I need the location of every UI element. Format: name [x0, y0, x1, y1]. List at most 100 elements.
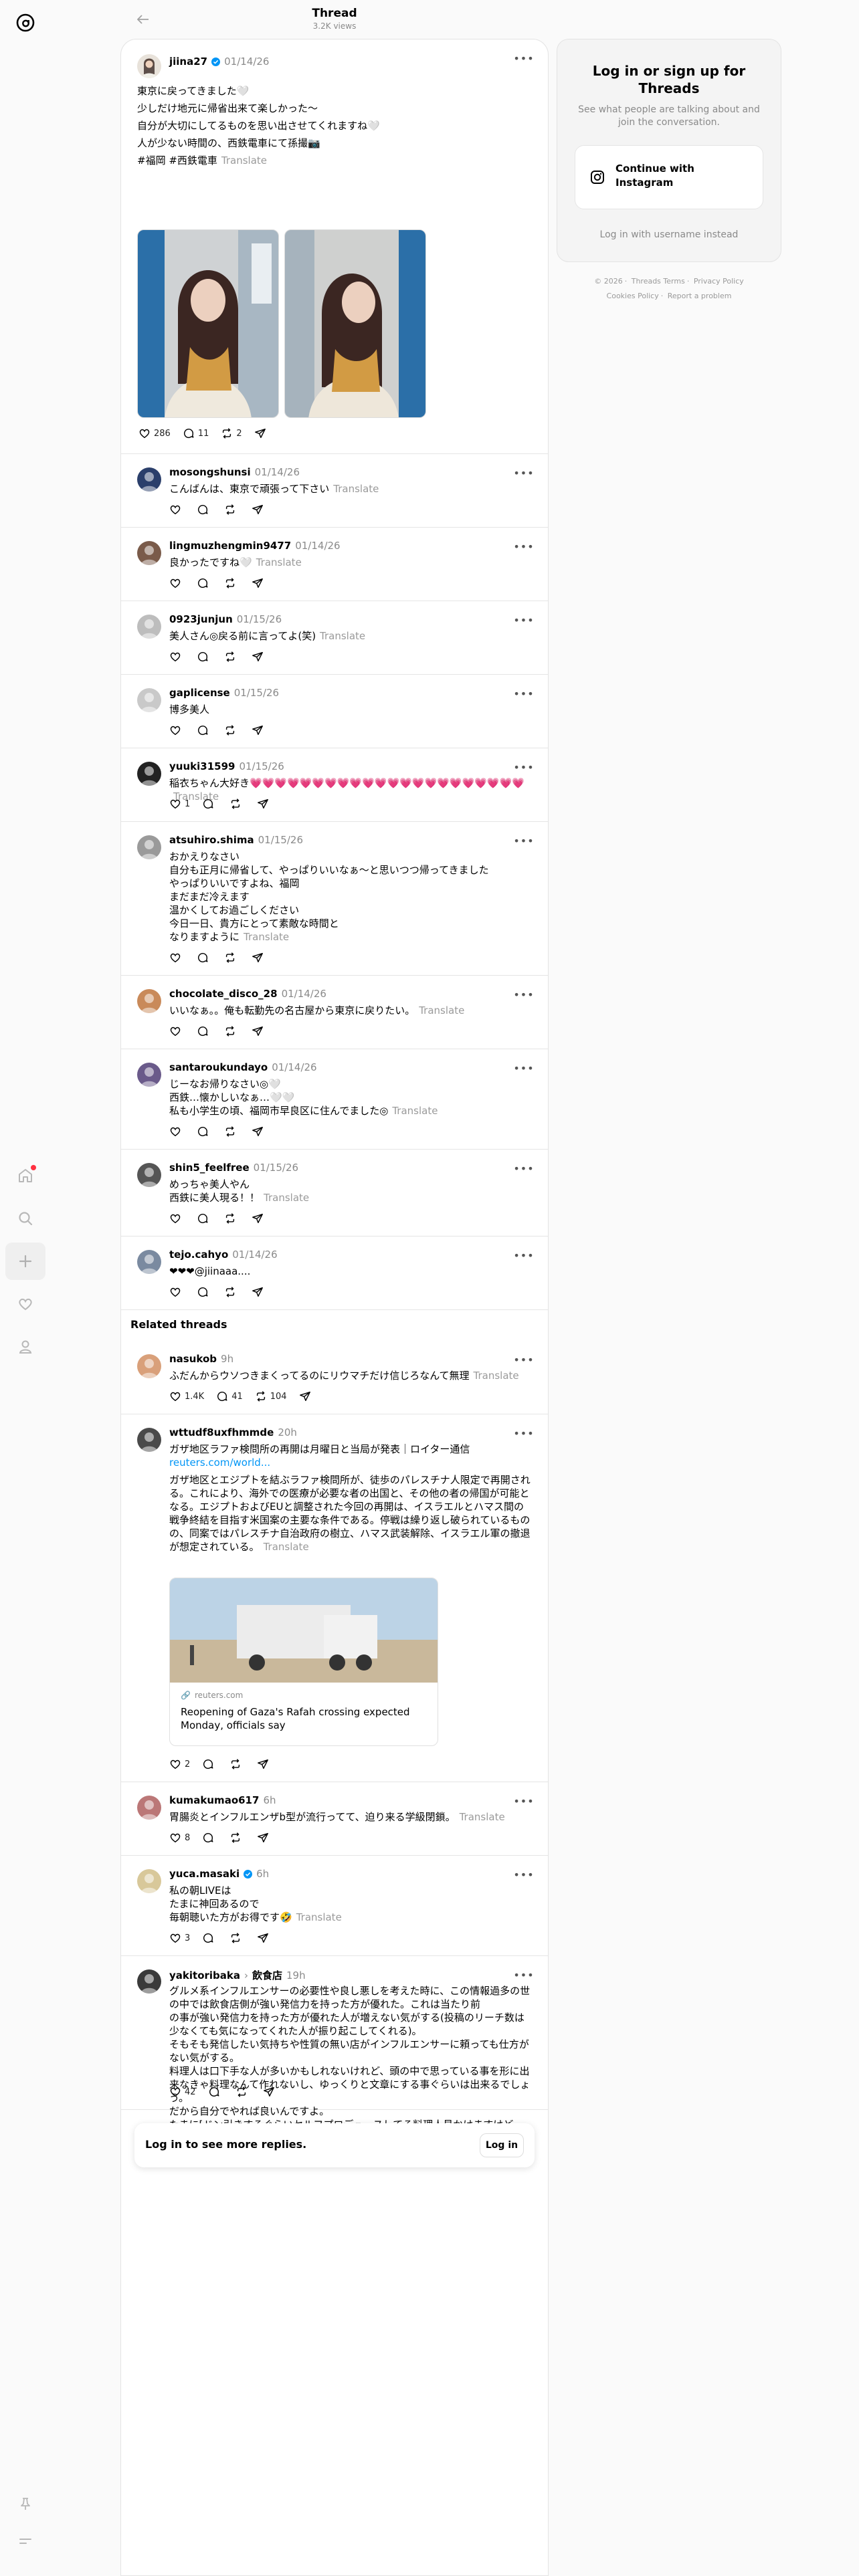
privacy-link[interactable]: Privacy Policy: [694, 277, 744, 286]
share-button[interactable]: [294, 1386, 316, 1407]
share-button[interactable]: [246, 572, 269, 594]
repost-button[interactable]: [219, 947, 245, 968]
share-button[interactable]: [252, 793, 274, 815]
avatar[interactable]: [137, 1428, 161, 1452]
repost-button[interactable]: [224, 1753, 250, 1775]
translate-link[interactable]: Translate: [320, 630, 365, 642]
like-button[interactable]: 8: [164, 1827, 195, 1848]
like-button[interactable]: 3: [164, 1927, 195, 1949]
repost-button[interactable]: [219, 1208, 245, 1229]
photo-carousel[interactable]: [137, 229, 426, 418]
reply-button[interactable]: [197, 1753, 223, 1775]
avatar[interactable]: [137, 541, 161, 565]
create-icon[interactable]: [5, 1243, 45, 1280]
reply-button[interactable]: [191, 947, 217, 968]
username[interactable]: yuuki31599: [169, 760, 235, 772]
reply-button[interactable]: [203, 2081, 229, 2103]
more-options-icon[interactable]: •••: [513, 466, 533, 479]
like-button[interactable]: [164, 1121, 190, 1142]
avatar[interactable]: [137, 989, 161, 1013]
like-button[interactable]: [164, 1208, 190, 1229]
translate-link[interactable]: Translate: [296, 1911, 342, 1923]
post-photo[interactable]: [284, 229, 426, 418]
translate-link[interactable]: Translate: [244, 931, 289, 943]
like-button[interactable]: 1: [164, 793, 195, 815]
home-icon[interactable]: [5, 1157, 45, 1194]
report-link[interactable]: Report a problem: [668, 292, 732, 300]
like-button[interactable]: 286: [133, 423, 176, 444]
share-button[interactable]: [246, 1208, 269, 1229]
more-options-icon[interactable]: •••: [513, 1868, 533, 1881]
more-options-icon[interactable]: •••: [513, 1353, 533, 1366]
reply-button[interactable]: [191, 1021, 217, 1042]
translate-link[interactable]: Translate: [460, 1811, 505, 1823]
username[interactable]: lingmuzhengmin9477: [169, 540, 291, 552]
like-button[interactable]: [164, 1281, 190, 1303]
link-preview-card[interactable]: 🔗 reuters.com Reopening of Gaza's Rafah cr…: [169, 1578, 438, 1746]
avatar[interactable]: [137, 1063, 161, 1087]
more-options-icon[interactable]: •••: [513, 760, 533, 774]
share-button[interactable]: [246, 720, 269, 741]
avatar[interactable]: [137, 1250, 161, 1274]
share-button[interactable]: [246, 646, 269, 667]
username[interactable]: shin5_feelfree: [169, 1162, 250, 1174]
username[interactable]: 0923junjun: [169, 613, 233, 625]
share-button[interactable]: [246, 1281, 269, 1303]
username[interactable]: yuca.masaki: [169, 1868, 240, 1880]
share-button[interactable]: [246, 1121, 269, 1142]
username[interactable]: gaplicense: [169, 687, 230, 699]
username-login-link[interactable]: Log in with username instead: [557, 229, 781, 240]
avatar[interactable]: [137, 688, 161, 712]
repost-button[interactable]: [230, 2081, 256, 2103]
translate-link[interactable]: Translate: [264, 1192, 309, 1204]
repost-button[interactable]: [224, 793, 250, 815]
avatar[interactable]: [137, 1163, 161, 1187]
username[interactable]: yakitoribaka: [169, 1969, 240, 1981]
share-button[interactable]: [252, 1927, 274, 1949]
share-button[interactable]: [252, 1753, 274, 1775]
more-options-icon[interactable]: •••: [513, 1794, 533, 1808]
reply-button[interactable]: [191, 1208, 217, 1229]
like-button[interactable]: [164, 947, 190, 968]
translate-link[interactable]: Translate: [264, 1541, 309, 1553]
username[interactable]: nasukob: [169, 1353, 217, 1365]
share-button[interactable]: [246, 499, 269, 520]
username[interactable]: wttudf8uxfhmmde: [169, 1426, 274, 1438]
share-button[interactable]: [252, 1827, 274, 1848]
topic-tag[interactable]: 飲食店: [252, 1968, 282, 1982]
repost-button[interactable]: [219, 1281, 245, 1303]
more-options-icon[interactable]: •••: [513, 1061, 533, 1075]
terms-link[interactable]: Threads Terms: [632, 277, 685, 286]
more-options-icon[interactable]: •••: [513, 540, 533, 553]
repost-button[interactable]: [224, 1927, 250, 1949]
repost-button[interactable]: [219, 646, 245, 667]
username[interactable]: tejo.cahyo: [169, 1249, 228, 1261]
avatar[interactable]: [137, 1354, 161, 1378]
repost-button[interactable]: [219, 572, 245, 594]
like-button[interactable]: 1.4K: [164, 1386, 209, 1407]
reply-button[interactable]: 11: [177, 423, 215, 444]
more-options-icon[interactable]: •••: [513, 1968, 533, 1981]
article-link[interactable]: reuters.com/world...: [169, 1456, 532, 1469]
share-button[interactable]: [246, 1021, 269, 1042]
more-options-icon[interactable]: •••: [513, 1162, 533, 1175]
username[interactable]: kumakumao617: [169, 1794, 259, 1806]
profile-icon[interactable]: [5, 1328, 45, 1366]
avatar[interactable]: [137, 1796, 161, 1820]
username[interactable]: atsuhiro.shima: [169, 834, 254, 846]
more-options-icon[interactable]: •••: [513, 687, 533, 700]
repost-button[interactable]: [219, 1021, 245, 1042]
more-options-icon[interactable]: •••: [513, 1426, 533, 1440]
reply-button[interactable]: [191, 720, 217, 741]
username[interactable]: mosongshunsi: [169, 466, 251, 478]
reply-button[interactable]: [191, 499, 217, 520]
reply-button[interactable]: [191, 572, 217, 594]
avatar[interactable]: [137, 835, 161, 859]
more-options-icon[interactable]: •••: [513, 1249, 533, 1262]
pin-icon[interactable]: [5, 2485, 45, 2523]
more-options-icon[interactable]: •••: [513, 988, 533, 1001]
like-button[interactable]: [164, 646, 190, 667]
reply-button[interactable]: [191, 646, 217, 667]
username[interactable]: chocolate_disco_28: [169, 988, 278, 1000]
more-options-icon[interactable]: •••: [513, 834, 533, 847]
